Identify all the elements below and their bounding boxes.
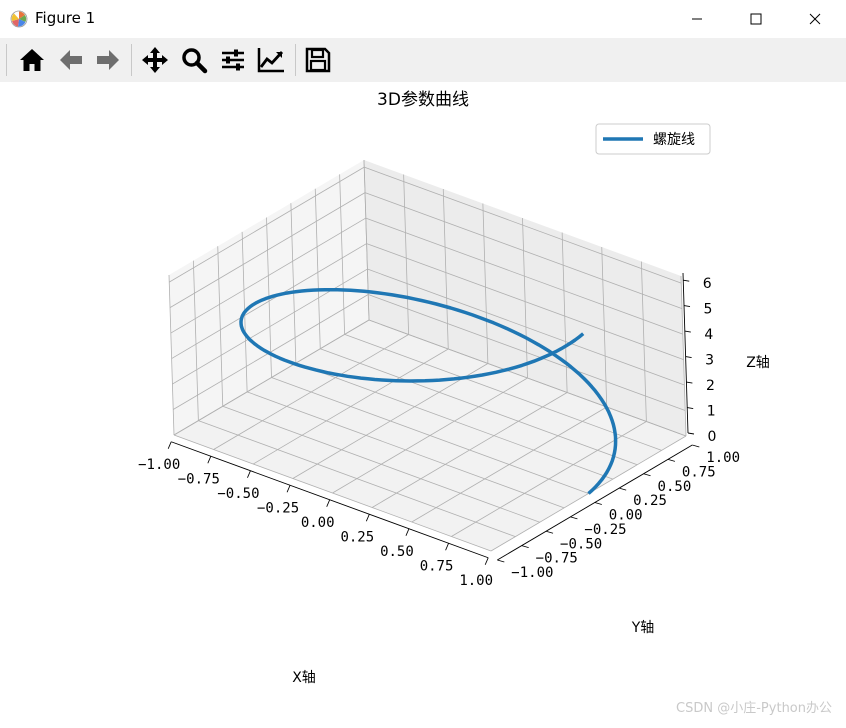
y-tick xyxy=(667,458,676,462)
x-tick-label: −0.25 xyxy=(257,500,299,516)
x-tick-label: 0.25 xyxy=(340,529,374,545)
chart-title: 3D参数曲线 xyxy=(377,90,469,110)
z-tick xyxy=(683,279,690,282)
y-tick-label: 0.00 xyxy=(609,508,643,524)
y-tick xyxy=(692,444,700,448)
pan-button[interactable] xyxy=(138,42,172,78)
legend: 螺旋线 xyxy=(595,123,711,155)
x-tick-label: 0.50 xyxy=(380,544,414,560)
x-tick xyxy=(247,470,251,478)
x-tick xyxy=(207,456,212,464)
z-tick xyxy=(683,305,691,308)
window-title: Figure 1 xyxy=(35,9,96,27)
y-tick-label: 0.25 xyxy=(633,493,667,509)
z-tick-label: 4 xyxy=(704,327,713,343)
edit-axis-icon xyxy=(257,48,284,73)
z-axis-label: Z轴 xyxy=(746,355,770,371)
zoom-icon xyxy=(182,48,208,74)
matplotlib-logo-icon xyxy=(10,10,28,28)
x-tick-label: 0.00 xyxy=(301,515,335,531)
forward-button[interactable] xyxy=(91,42,125,78)
configure-subplots-icon xyxy=(222,49,244,71)
z-tick-label: 0 xyxy=(708,429,717,445)
y-tick xyxy=(643,473,651,477)
watermark: CSDN @小庄-Python办公 xyxy=(676,701,832,716)
y-axis-label: Y轴 xyxy=(631,620,655,636)
save-icon xyxy=(305,47,331,73)
x-tick xyxy=(445,543,449,551)
x-tick xyxy=(167,441,172,449)
home-button[interactable] xyxy=(15,42,49,78)
x-tick-label: 1.00 xyxy=(459,573,493,589)
y-tick xyxy=(594,502,602,505)
zoom-button[interactable] xyxy=(177,42,211,78)
x-tick-label: −0.50 xyxy=(217,486,259,502)
configure-subplots-button[interactable] xyxy=(216,42,250,78)
z-tick-label: 1 xyxy=(707,404,716,420)
minimize-icon xyxy=(692,18,702,20)
x-tick-label: 0.75 xyxy=(420,558,454,574)
z-tick-label: 5 xyxy=(704,302,713,318)
figure-canvas[interactable]: −1.00 −0.75 −0.50 −0.25 0.00 0.25 0.50 0.75 1.00… xyxy=(0,82,846,724)
edit-axis-button[interactable] xyxy=(254,42,288,78)
y-tick-label: 1.00 xyxy=(706,450,740,466)
y-tick-label: −1.00 xyxy=(511,565,553,581)
z-tick xyxy=(685,356,692,359)
save-button[interactable] xyxy=(301,42,335,78)
toolbar-separator xyxy=(295,44,296,76)
z-tick-label: 3 xyxy=(705,353,714,369)
legend-label: 螺旋线 xyxy=(653,132,695,148)
y-tick xyxy=(521,545,529,549)
pan-icon xyxy=(142,47,168,73)
y-tick-label: −0.75 xyxy=(536,551,578,567)
y-tick xyxy=(619,487,627,491)
back-arrow-icon xyxy=(60,50,82,70)
z-tick-label: 6 xyxy=(703,276,712,292)
z-tick xyxy=(687,432,695,435)
y-tick xyxy=(545,530,554,534)
z-tick xyxy=(684,330,691,333)
y-tick xyxy=(497,559,505,563)
x-tick-label: −0.75 xyxy=(178,471,220,487)
maximize-icon xyxy=(750,13,762,25)
toolbar-separator xyxy=(6,44,7,76)
x-tick xyxy=(286,485,291,493)
chart-3d-axes: −1.00−0.75−0.50−0.250.000.250.500.751.00… xyxy=(138,90,770,686)
y-tick-label: −0.25 xyxy=(584,522,626,538)
x-tick xyxy=(326,499,331,507)
z-tick xyxy=(687,407,694,409)
y-tick xyxy=(570,516,578,520)
x-tick xyxy=(405,528,410,536)
y-tick-label: −0.50 xyxy=(560,536,602,552)
forward-arrow-icon xyxy=(97,50,119,70)
minimize-button[interactable] xyxy=(674,0,720,38)
x-tick-label: −1.00 xyxy=(138,457,180,473)
window-titlebar: Figure 1 xyxy=(0,0,846,38)
y-tick-label: 0.50 xyxy=(658,479,692,495)
x-axis-label: X轴 xyxy=(292,670,316,686)
y-tick-label: 0.75 xyxy=(682,464,716,480)
navigation-toolbar xyxy=(0,38,846,83)
close-icon xyxy=(809,13,821,25)
z-tick xyxy=(686,381,693,384)
back-button[interactable] xyxy=(54,42,88,78)
home-icon xyxy=(20,49,44,71)
z-tick-label: 2 xyxy=(706,378,715,394)
x-tick xyxy=(484,557,489,565)
x-tick xyxy=(365,514,370,522)
close-button[interactable] xyxy=(792,0,838,38)
toolbar-separator xyxy=(131,44,132,76)
maximize-button[interactable] xyxy=(733,0,779,38)
